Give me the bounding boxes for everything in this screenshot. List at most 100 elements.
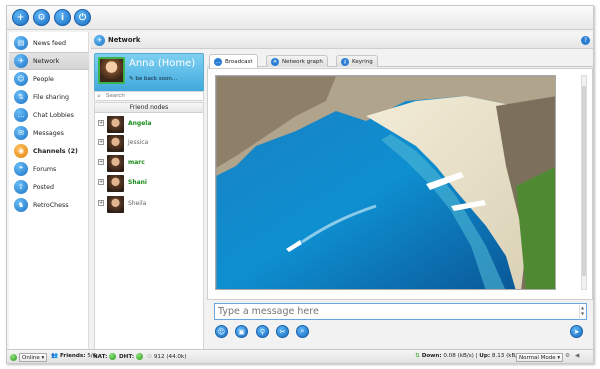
message-input[interactable] bbox=[218, 306, 568, 317]
avatar bbox=[107, 196, 124, 213]
message-box: ▲▼ bbox=[214, 303, 587, 320]
sound-icon[interactable]: ◀ bbox=[575, 353, 579, 359]
profile-card: Anna (Home) ✎ be back soon... bbox=[94, 53, 204, 93]
list-item[interactable]: + Shani bbox=[95, 174, 203, 192]
beach-photo bbox=[216, 76, 555, 289]
sidebar-item-channels[interactable]: ◉ Channels (2) bbox=[9, 142, 89, 160]
emoticon-icon[interactable]: ☺ bbox=[215, 325, 228, 338]
list-item[interactable]: + marc bbox=[95, 154, 203, 172]
avatar bbox=[107, 135, 124, 152]
status-icons: ⚙ ◀ bbox=[565, 353, 579, 359]
bandwidth-icon: ⇅ bbox=[415, 353, 420, 359]
page-header: ✈ Network ? bbox=[91, 32, 593, 49]
avatar[interactable] bbox=[98, 57, 125, 84]
friend-list: Friend nodes + Angela + Jessica + marc +… bbox=[94, 102, 204, 350]
sidebar-item-forums[interactable]: ❝ Forums bbox=[9, 160, 89, 178]
online-status-selector[interactable]: Online ▾ bbox=[10, 353, 48, 362]
scrollbar-thumb[interactable] bbox=[582, 86, 586, 276]
settings-tools-icon[interactable]: ✂ bbox=[276, 325, 289, 338]
tab-bar: … Broadcast ✳ Network graph ⚷ Keyring bbox=[207, 53, 593, 68]
tab-broadcast[interactable]: … Broadcast bbox=[209, 54, 258, 68]
mode-select[interactable]: Normal Mode ▾ bbox=[516, 353, 564, 362]
info-icon[interactable]: i bbox=[54, 9, 71, 26]
news-feed-icon: ▤ bbox=[14, 36, 28, 50]
tab-label: Network graph bbox=[282, 58, 323, 65]
messages-icon: ✉ bbox=[14, 126, 28, 140]
people-icon: ☺ bbox=[14, 72, 28, 86]
sidebar-item-network[interactable]: ✈ Network bbox=[9, 52, 89, 70]
add-user-icon[interactable]: + bbox=[12, 9, 29, 26]
image-icon[interactable]: ▣ bbox=[235, 325, 248, 338]
friend-name: Jessica bbox=[128, 139, 149, 146]
sidebar-item-retrochess[interactable]: ♞ RetroChess bbox=[9, 196, 89, 214]
expand-icon[interactable]: + bbox=[98, 120, 104, 126]
peers-extra: (44.0k) bbox=[166, 353, 187, 360]
friend-search: ⌕ bbox=[94, 91, 204, 101]
file-sharing-icon: ⇅ bbox=[14, 90, 28, 104]
main-window: + ⚙ i ⏻ ▤ News feed ✈ Network ☺ People ⇅… bbox=[6, 5, 594, 364]
sidebar-item-label: News feed bbox=[33, 39, 66, 47]
help-icon[interactable]: ? bbox=[581, 36, 590, 45]
send-icon[interactable]: ➤ bbox=[570, 325, 583, 338]
nat-label: NAT: bbox=[93, 353, 108, 360]
sidebar-item-news-feed[interactable]: ▤ News feed bbox=[9, 34, 89, 52]
profile-status-text: be back soon... bbox=[135, 76, 178, 82]
message-scroll-arrows[interactable]: ▲ ▼ bbox=[579, 305, 585, 318]
friend-list-header[interactable]: Friend nodes bbox=[95, 103, 203, 113]
broadcast-panel bbox=[207, 68, 593, 300]
list-item[interactable]: + Sheila bbox=[95, 195, 203, 213]
search-input[interactable] bbox=[106, 93, 201, 99]
online-status-select[interactable]: Online ▾ bbox=[19, 353, 48, 362]
nat-status: NAT: bbox=[93, 353, 118, 360]
power-icon[interactable]: ⏻ bbox=[74, 9, 91, 26]
scrollbar[interactable] bbox=[581, 75, 587, 290]
sidebar-item-posted[interactable]: ⇧ Posted bbox=[9, 178, 89, 196]
down-value: 0.08 (kB/s) bbox=[443, 353, 474, 359]
message-actions: ☺ ▣ ⚲ ✂ ⌕ ➤ bbox=[207, 322, 593, 344]
gear-icon[interactable]: ⚙ bbox=[565, 353, 570, 359]
sidebar-item-label: Messages bbox=[33, 129, 64, 137]
profile-status[interactable]: ✎ be back soon... bbox=[129, 76, 177, 82]
sidebar-item-label: Network bbox=[33, 57, 60, 65]
key-icon: ⚷ bbox=[341, 57, 349, 66]
chat-bubble-icon: … bbox=[214, 57, 222, 66]
friends-label: Friends: bbox=[59, 353, 86, 359]
chess-icon: ♞ bbox=[14, 198, 28, 212]
nat-status-icon bbox=[109, 353, 117, 360]
sidebar-item-messages[interactable]: ✉ Messages bbox=[9, 124, 89, 142]
forums-icon: ❝ bbox=[14, 162, 28, 176]
sidebar-item-chat-lobbies[interactable]: … Chat Lobbies bbox=[9, 106, 89, 124]
sidebar-item-people[interactable]: ☺ People bbox=[9, 70, 89, 88]
expand-icon[interactable]: + bbox=[98, 159, 104, 165]
friend-name: Sheila bbox=[128, 200, 147, 207]
attachment-icon[interactable]: ⚲ bbox=[256, 325, 269, 338]
list-item[interactable]: + Jessica bbox=[95, 134, 203, 152]
sidebar-item-label: Posted bbox=[33, 183, 55, 191]
sidebar-item-label: File sharing bbox=[33, 93, 69, 101]
profile-name[interactable]: Anna (Home) bbox=[129, 58, 195, 69]
friends-count: 👥 Friends: 5/6 bbox=[51, 353, 96, 359]
expand-icon[interactable]: + bbox=[98, 179, 104, 185]
sidebar: ▤ News feed ✈ Network ☺ People ⇅ File sh… bbox=[9, 32, 89, 350]
gear-icon[interactable]: ⚙ bbox=[33, 9, 50, 26]
list-item[interactable]: + Angela bbox=[95, 115, 203, 133]
up-label: Up: bbox=[479, 353, 491, 359]
sidebar-item-label: People bbox=[33, 75, 54, 83]
search-icon[interactable]: ⌕ bbox=[296, 325, 309, 338]
tab-keyring[interactable]: ⚷ Keyring bbox=[336, 55, 378, 67]
sidebar-item-label: Channels (2) bbox=[33, 147, 78, 155]
dht-status: DHT: ⚇ 912 (44.0k) bbox=[119, 353, 186, 360]
mode-selector[interactable]: Normal Mode ▾ bbox=[516, 353, 564, 362]
online-status-icon bbox=[10, 354, 17, 361]
sidebar-item-label: RetroChess bbox=[33, 201, 69, 209]
avatar bbox=[107, 116, 124, 133]
tab-network-graph[interactable]: ✳ Network graph bbox=[266, 55, 328, 67]
dht-status-icon bbox=[135, 353, 143, 360]
friend-name: marc bbox=[128, 159, 145, 166]
peers-icon: ⚇ bbox=[146, 353, 152, 360]
expand-icon[interactable]: + bbox=[98, 200, 104, 206]
expand-icon[interactable]: + bbox=[98, 139, 104, 145]
chat-lobbies-icon: … bbox=[14, 108, 28, 122]
sidebar-item-file-sharing[interactable]: ⇅ File sharing bbox=[9, 88, 89, 106]
sidebar-item-label: Chat Lobbies bbox=[33, 111, 74, 119]
